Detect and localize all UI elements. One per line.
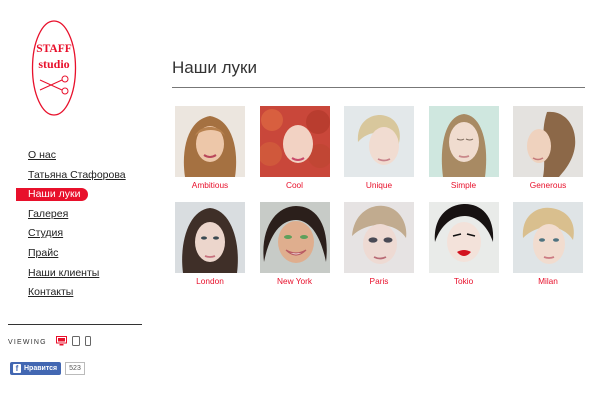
- scissors-icon: [39, 75, 69, 95]
- look-label: Paris: [369, 276, 389, 286]
- look-photo-cool: [259, 106, 330, 177]
- staff-studio-logo[interactable]: STAFF studio: [31, 18, 77, 118]
- look-photo-ambitious: [175, 106, 245, 177]
- title-divider: [172, 87, 585, 88]
- nav-item-contacts[interactable]: Контакты: [16, 283, 146, 303]
- looks-gallery: Ambitious Cool Unique Simple Generous Lo…: [175, 106, 583, 286]
- look-card-generous[interactable]: Generous: [513, 106, 583, 190]
- look-label: Generous: [529, 180, 567, 190]
- viewing-label: VIEWING: [8, 338, 47, 346]
- look-card-london[interactable]: London: [175, 202, 245, 286]
- facebook-like-widget: f Нравится 523: [10, 362, 85, 375]
- look-label: London: [196, 276, 224, 286]
- look-photo-tokio: [428, 202, 499, 273]
- look-photo-generous: [513, 106, 583, 177]
- look-label: Simple: [450, 180, 477, 190]
- nav-item-gallery[interactable]: Галерея: [16, 205, 146, 225]
- nav-item-about[interactable]: О нас: [16, 146, 146, 166]
- facebook-like-button[interactable]: f Нравится: [10, 362, 62, 375]
- look-label: Milan: [538, 276, 558, 286]
- look-label: Ambitious: [191, 180, 229, 190]
- nav-item-tatiana[interactable]: Татьяна Стафорова: [16, 166, 146, 186]
- sidebar-divider: [8, 324, 142, 325]
- nav-item-studio[interactable]: Студия: [16, 224, 146, 244]
- sidebar-nav: О нас Татьяна Стафорова Наши луки Галере…: [16, 146, 146, 303]
- look-card-ambitious[interactable]: Ambitious: [175, 106, 245, 190]
- tablet-icon[interactable]: [71, 333, 80, 351]
- look-photo-milan: [513, 202, 583, 273]
- look-card-tokio[interactable]: Tokio: [428, 202, 499, 286]
- svg-text:studio: studio: [38, 57, 69, 71]
- look-card-new-york[interactable]: New York: [259, 202, 330, 286]
- look-label: Unique: [365, 180, 393, 190]
- nav-item-clients[interactable]: Наши клиенты: [16, 264, 146, 284]
- look-card-unique[interactable]: Unique: [344, 106, 414, 190]
- facebook-icon: f: [13, 364, 21, 373]
- look-card-simple[interactable]: Simple: [428, 106, 499, 190]
- desktop-icon[interactable]: [55, 333, 67, 351]
- look-photo-london: [175, 202, 245, 273]
- facebook-like-label: Нравится: [24, 365, 58, 372]
- look-photo-unique: [344, 106, 414, 177]
- page-title: Наши луки: [172, 58, 257, 77]
- look-label: Tokio: [453, 276, 474, 286]
- look-card-paris[interactable]: Paris: [344, 202, 414, 286]
- look-card-cool[interactable]: Cool: [259, 106, 330, 190]
- look-photo-paris: [344, 202, 414, 273]
- facebook-like-count: 523: [65, 362, 85, 375]
- look-label: Cool: [285, 180, 304, 190]
- look-photo-new-york: [259, 202, 330, 273]
- look-photo-simple: [428, 106, 499, 177]
- svg-text:STAFF: STAFF: [36, 43, 72, 55]
- viewing-switcher: VIEWING: [8, 333, 91, 351]
- nav-item-prices[interactable]: Прайс: [16, 244, 146, 264]
- phone-icon[interactable]: [84, 333, 91, 351]
- nav-item-our-looks[interactable]: Наши луки: [16, 188, 88, 202]
- look-card-milan[interactable]: Milan: [513, 202, 583, 286]
- look-label: New York: [276, 276, 313, 286]
